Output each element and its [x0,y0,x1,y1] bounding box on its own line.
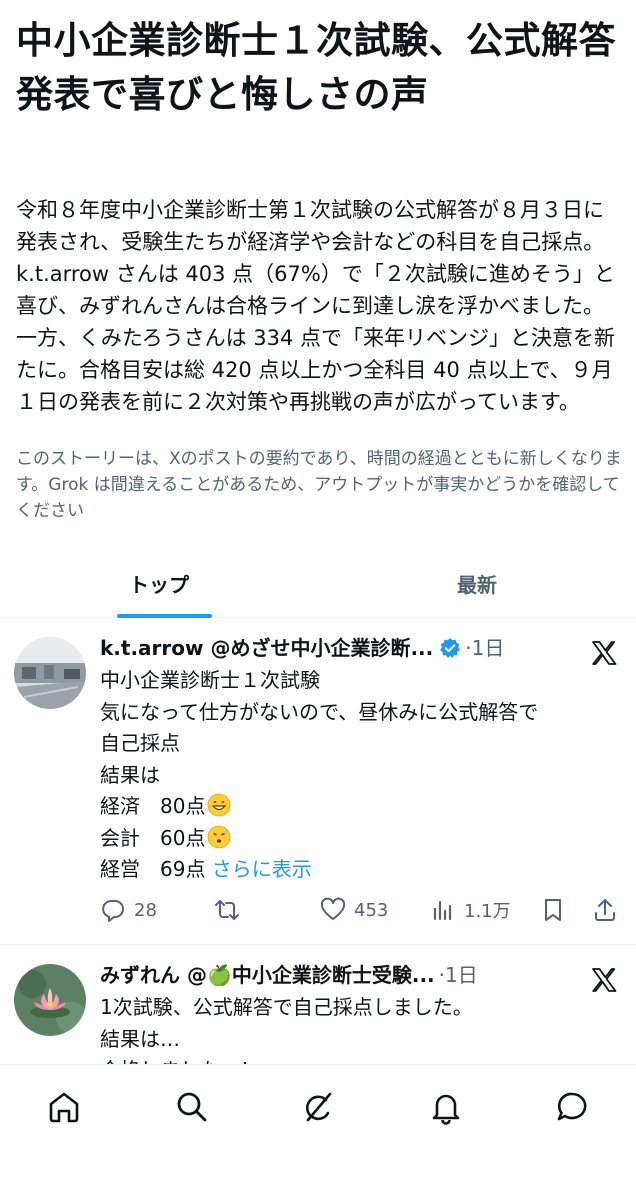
post-timestamp[interactable]: ·1日 [439,960,478,990]
nav-grok[interactable] [298,1087,338,1127]
grinning-face-emoji-icon [207,793,231,817]
post-line-with-more: 経営 69点 さらに表示 [100,854,620,886]
post-line: 合格しましたー！ [100,1055,620,1064]
tab-top[interactable]: トップ [0,548,318,618]
post-line: 自己採点 [100,731,180,755]
reply-icon [102,900,124,922]
post-header: みずれん @🍏中小企業診断士受験... ·1日 [100,960,580,990]
verified-badge-icon [439,637,461,659]
post-timestamp[interactable]: ·1日 [465,633,504,663]
bottom-navigation [0,1064,636,1199]
search-icon [177,1092,207,1122]
views-button[interactable]: 1.1万 [430,895,511,925]
story-headline: 中小企業診断士１次試験、公式解答発表で喜びと悔しさの声 [16,19,616,116]
nav-home[interactable] [44,1087,84,1127]
post-author-name[interactable]: みずれん @🍏中小企業診断士受験... [100,960,435,990]
post-line-text: 会計 60点 [100,825,206,850]
post-line-with-emoji: 経済 80点 [100,791,620,823]
repost-button[interactable] [214,895,248,925]
post-header: k.t.arrow @めざせ中小企業診断... ·1日 [100,633,580,663]
show-more-link[interactable]: さらに表示 [212,857,312,881]
share-icon [595,899,615,921]
x-logo-icon[interactable] [590,966,618,994]
tab-active-indicator [117,614,212,618]
nav-notifications[interactable] [426,1087,466,1127]
x-logo-icon[interactable] [590,639,618,667]
analytics-icon [433,900,452,921]
avatar[interactable] [14,637,86,709]
story-disclaimer: このストーリーは、Xのポストの要約であり、時間の経過とともに新しくなります。Gr… [16,449,622,521]
nav-messages[interactable] [552,1087,592,1127]
post-item[interactable]: みずれん @🍏中小企業診断士受験... ·1日 1次試験、公式解答で自己採点しま… [0,946,636,1064]
avatar[interactable] [14,964,86,1036]
tab-latest-label: 最新 [457,572,497,597]
bookmark-icon [545,899,561,921]
bookmark-button[interactable] [540,895,566,925]
post-line: 中小企業診断士１次試験 [100,668,320,692]
grok-icon [306,1092,332,1122]
post-line: 気になって仕方がないので、昼休みに公式解答で [100,699,539,724]
bell-icon [432,1094,460,1125]
reply-count: 28 [134,899,157,921]
nav-search[interactable] [172,1087,212,1127]
post-text[interactable]: 1次試験、公式解答で自己採点しました。 結果は… 合格しましたー！ [100,992,620,1064]
like-count: 453 [354,899,389,921]
post-item[interactable]: k.t.arrow @めざせ中小企業診断... ·1日 中小企業診断士１次試験 … [0,619,636,945]
story-summary: 令和８年度中小企業診断士第１次試験の公式解答が８月３日に発表され、受験生たちが経… [16,198,616,414]
view-count: 1.1万 [464,901,511,922]
post-line: 1次試験、公式解答で自己採点しました。 [100,995,473,1019]
tab-bar: トップ 最新 [0,548,636,618]
repost-icon [215,900,239,920]
tab-top-label: トップ [129,572,189,597]
tab-latest[interactable]: 最新 [318,548,636,618]
post-line-with-emoji: 会計 60点 [100,823,620,855]
like-button[interactable]: 453 [320,895,388,925]
post-actions: 28 453 1.1万 [100,895,626,925]
chat-bubble-icon [557,1092,587,1121]
anxious-sweat-face-emoji-icon [207,825,231,849]
post-line-text: 経営 69点 [100,857,212,881]
heart-icon [320,897,346,920]
post-line: 結果は… [100,1026,180,1051]
post-line: 結果は [100,762,160,787]
post-text[interactable]: 中小企業診断士１次試験 気になって仕方がないので、昼休みに公式解答で 自己採点 … [100,665,620,886]
post-author-name[interactable]: k.t.arrow @めざせ中小企業診断... [100,633,433,663]
share-button[interactable] [592,895,618,925]
home-icon [49,1092,79,1123]
reply-button[interactable]: 28 [100,895,157,925]
post-line-text: 経済 80点 [100,794,206,818]
